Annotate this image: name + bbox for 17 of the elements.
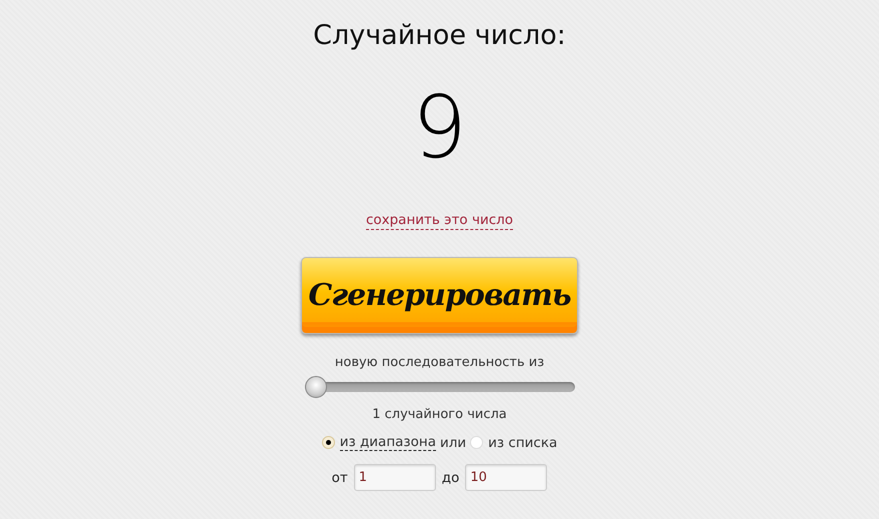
- from-label: от: [332, 470, 348, 486]
- to-field[interactable]: 10: [465, 464, 548, 491]
- save-number-link[interactable]: сохранить это число: [366, 212, 514, 230]
- list-mode-label[interactable]: из списка: [488, 434, 558, 450]
- generate-button[interactable]: Сгенерировать: [301, 257, 578, 334]
- count-slider[interactable]: [304, 376, 574, 398]
- slider-thumb[interactable]: [304, 376, 326, 398]
- page-title: Случайное число:: [313, 19, 566, 53]
- to-label: до: [442, 470, 460, 486]
- radio-button[interactable]: [470, 436, 484, 449]
- random-number: 9: [412, 78, 467, 180]
- or-label: или: [440, 434, 466, 450]
- count-label: 1 случайного числа: [372, 406, 507, 424]
- radio-button[interactable]: [322, 436, 335, 449]
- range-mode-link[interactable]: из диапазона: [340, 434, 436, 451]
- sequence-label: новую последовательность из: [334, 354, 544, 372]
- from-field[interactable]: 1: [354, 464, 436, 491]
